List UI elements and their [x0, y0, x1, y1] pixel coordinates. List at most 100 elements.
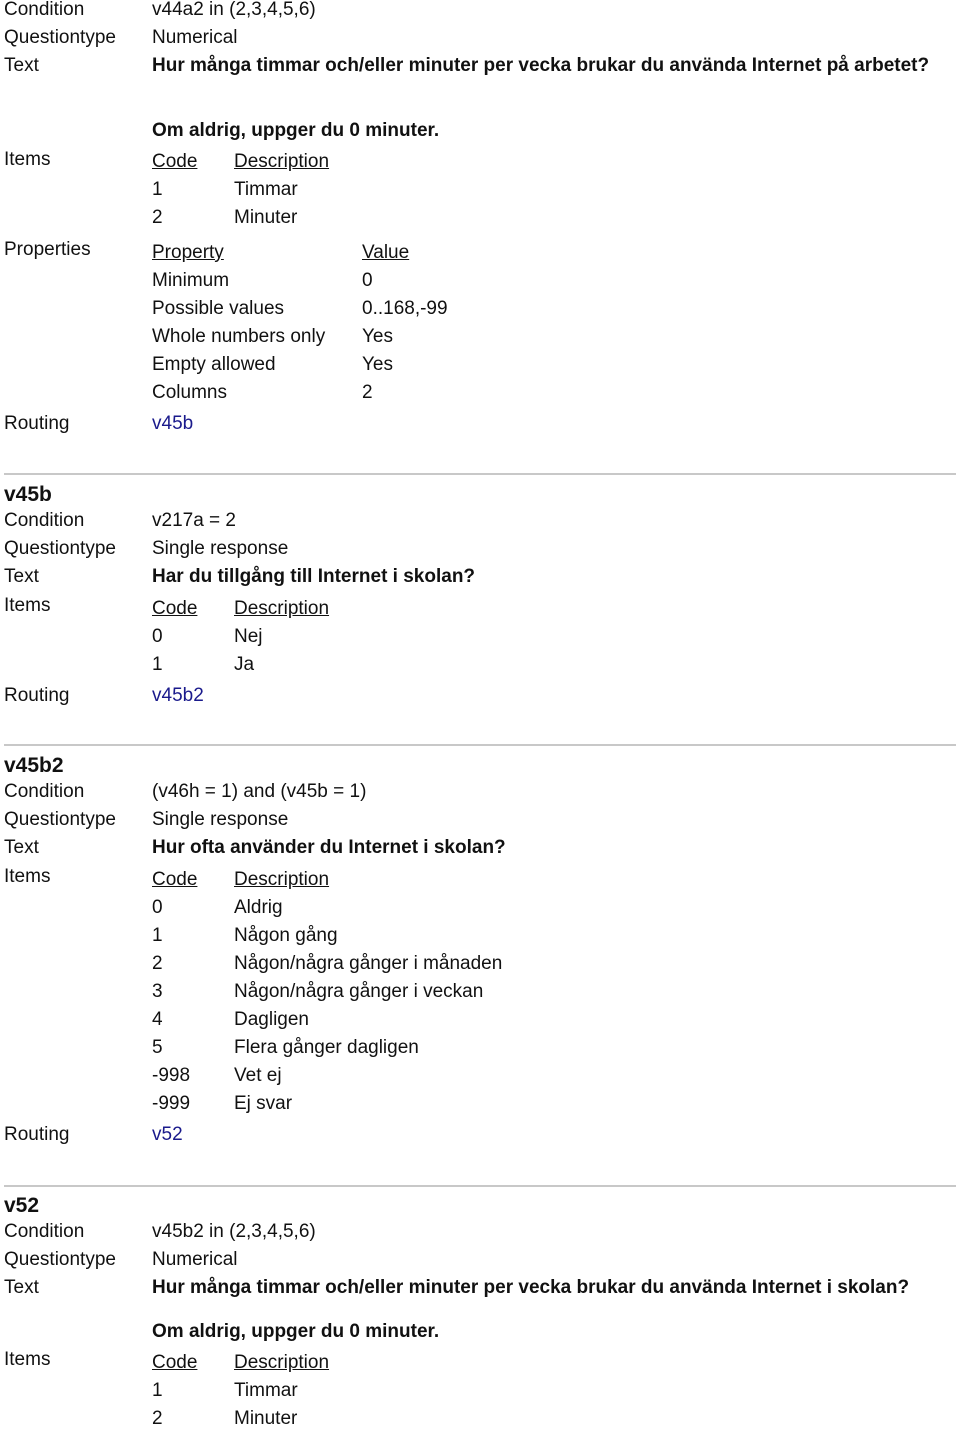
- property-row: Columns 2: [0, 379, 960, 407]
- question-text: Hur många timmar och/eller minuter per v…: [152, 1277, 910, 1298]
- condition-label: Condition: [4, 0, 85, 20]
- item-row: 5 Flera gånger dagligen: [0, 1034, 960, 1062]
- item-description: Minuter: [234, 207, 298, 228]
- code-header: Code: [152, 1352, 198, 1373]
- item-description: Timmar: [234, 179, 298, 200]
- text-row-2: Om aldrig, uppger du 0 minuter.: [0, 1318, 960, 1346]
- items-header: Code Description: [0, 595, 960, 623]
- condition-value: v217a = 2: [152, 510, 236, 531]
- routing-link[interactable]: v45b: [152, 410, 193, 438]
- description-header: Description: [234, 869, 330, 890]
- routing-link[interactable]: v45b2: [152, 682, 204, 710]
- item-description: Aldrig: [234, 897, 283, 918]
- item-code: 0: [152, 626, 163, 647]
- property-row: Possible values 0..168,-99: [0, 295, 960, 323]
- item-code: -999: [152, 1093, 191, 1114]
- condition-value: v45b2 in (2,3,4,5,6): [152, 1221, 316, 1242]
- item-row: 1 Timmar: [0, 176, 960, 204]
- item-row: 2 Minuter: [0, 1405, 960, 1433]
- code-header: Code: [152, 151, 198, 172]
- item-row: -999 Ej svar: [0, 1090, 960, 1118]
- value-header: Value: [362, 242, 410, 263]
- questiontype-value: Numerical: [152, 1249, 238, 1270]
- questiontype-row: Questiontype Numerical: [0, 24, 960, 52]
- properties-header: Property Value: [0, 239, 960, 267]
- item-code: 3: [152, 981, 163, 1002]
- description-header: Description: [234, 1352, 330, 1373]
- questiontype-label: Questiontype: [4, 538, 116, 559]
- routing-label: Routing: [4, 413, 70, 434]
- items-header: Code Description: [0, 148, 960, 176]
- question-title: v45b2: [4, 754, 64, 777]
- item-row: 1 Någon gång: [0, 922, 960, 950]
- item-description: Ej svar: [234, 1093, 293, 1114]
- item-row: 0 Aldrig: [0, 894, 960, 922]
- condition-value: (v46h = 1) and (v45b = 1): [152, 781, 367, 802]
- item-code: -998: [152, 1065, 191, 1086]
- items-header: Code Description: [0, 866, 960, 894]
- property-name: Possible values: [152, 298, 285, 319]
- text-row: Text Hur många timmar och/eller minuter …: [0, 52, 960, 80]
- section-divider: [4, 744, 956, 746]
- item-description: Vet ej: [234, 1065, 282, 1086]
- property-value: 2: [362, 382, 373, 403]
- item-code: 1: [152, 925, 163, 946]
- questiontype-label: Questiontype: [4, 27, 116, 48]
- routing-row: Routing v45b: [0, 410, 960, 438]
- item-code: 2: [152, 953, 163, 974]
- condition-row: Condition (v46h = 1) and (v45b = 1): [0, 778, 960, 806]
- property-row: Minimum 0: [0, 267, 960, 295]
- condition-label: Condition: [4, 781, 85, 802]
- item-description: Minuter: [234, 1408, 298, 1429]
- item-description: Timmar: [234, 1380, 298, 1401]
- item-row: 3 Någon/några gånger i veckan: [0, 978, 960, 1006]
- routing-row: Routing v52: [0, 1121, 960, 1149]
- question-text: Hur ofta använder du Internet i skolan?: [152, 837, 506, 858]
- condition-value: v44a2 in (2,3,4,5,6): [152, 0, 316, 20]
- property-header: Property: [152, 242, 224, 263]
- property-name: Empty allowed: [152, 354, 276, 375]
- item-code: 5: [152, 1037, 163, 1058]
- questiontype-row: Questiontype Single response: [0, 806, 960, 834]
- description-header: Description: [234, 598, 330, 619]
- condition-row: Condition v45b2 in (2,3,4,5,6): [0, 1218, 960, 1246]
- routing-link[interactable]: v52: [152, 1121, 183, 1149]
- property-name: Columns: [152, 382, 227, 403]
- questiontype-row: Questiontype Numerical: [0, 1246, 960, 1274]
- routing-label: Routing: [4, 1124, 70, 1145]
- item-description: Någon/några gånger i månaden: [234, 953, 503, 974]
- property-row: Empty allowed Yes: [0, 351, 960, 379]
- item-code: 1: [152, 179, 163, 200]
- item-row: 1 Timmar: [0, 1377, 960, 1405]
- description-header: Description: [234, 151, 330, 172]
- section-divider: [4, 1185, 956, 1187]
- text-row: Text Hur många timmar och/eller minuter …: [0, 1274, 960, 1302]
- property-value: Yes: [362, 326, 393, 347]
- routing-label: Routing: [4, 685, 70, 706]
- item-description: Någon/några gånger i veckan: [234, 981, 484, 1002]
- property-row: Whole numbers only Yes: [0, 323, 960, 351]
- item-code: 4: [152, 1009, 163, 1030]
- property-value: Yes: [362, 354, 393, 375]
- question-title: v45b: [4, 483, 52, 506]
- text-row: Text Hur ofta använder du Internet i sko…: [0, 834, 960, 862]
- item-code: 1: [152, 1380, 163, 1401]
- item-description: Nej: [234, 626, 263, 647]
- questiontype-row: Questiontype Single response: [0, 535, 960, 563]
- code-header: Code: [152, 598, 198, 619]
- condition-label: Condition: [4, 510, 85, 531]
- property-value: 0..168,-99: [362, 298, 448, 319]
- property-name: Whole numbers only: [152, 326, 326, 347]
- property-name: Minimum: [152, 270, 230, 291]
- item-code: 2: [152, 207, 163, 228]
- questiontype-label: Questiontype: [4, 1249, 116, 1270]
- text-label: Text: [4, 1277, 39, 1298]
- item-row: 2 Minuter: [0, 204, 960, 232]
- item-description: Någon gång: [234, 925, 338, 946]
- question-text: Har du tillgång till Internet i skolan?: [152, 566, 476, 587]
- condition-row: Condition v217a = 2: [0, 507, 960, 535]
- item-code: 1: [152, 654, 163, 675]
- routing-row: Routing v45b2: [0, 682, 960, 710]
- text-label: Text: [4, 837, 39, 858]
- text-row: Text Har du tillgång till Internet i sko…: [0, 563, 960, 591]
